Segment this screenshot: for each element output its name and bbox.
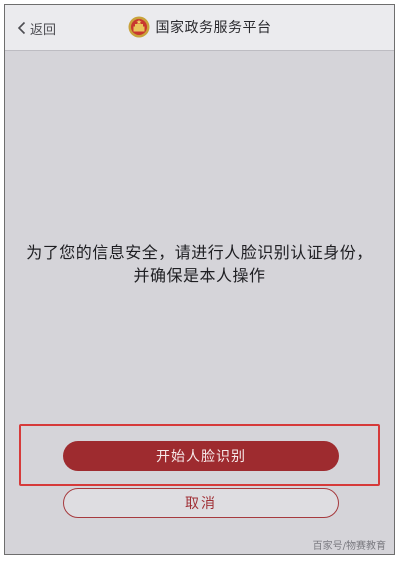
watermark: 百家号/物赛教育: [312, 541, 386, 552]
start-face-recognition-button[interactable]: 开始人脸识别: [63, 441, 339, 471]
navigation-bar: 返回 国家政务服务平台: [5, 5, 394, 51]
cancel-button[interactable]: 取消: [63, 488, 339, 518]
page-title: 国家政务服务平台: [155, 20, 272, 36]
navbar-title-group: 国家政务服务平台: [5, 16, 394, 38]
national-emblem-icon: [128, 16, 149, 38]
security-message: 为了您的信息安全，请进行人脸识别认证身份，并确保是本人操作: [26, 243, 373, 285]
phone-screen: 返回 国家政务服务平台 为了您的信息安全，请进行人脸识别认证身份，并确保是本人操…: [4, 4, 395, 555]
